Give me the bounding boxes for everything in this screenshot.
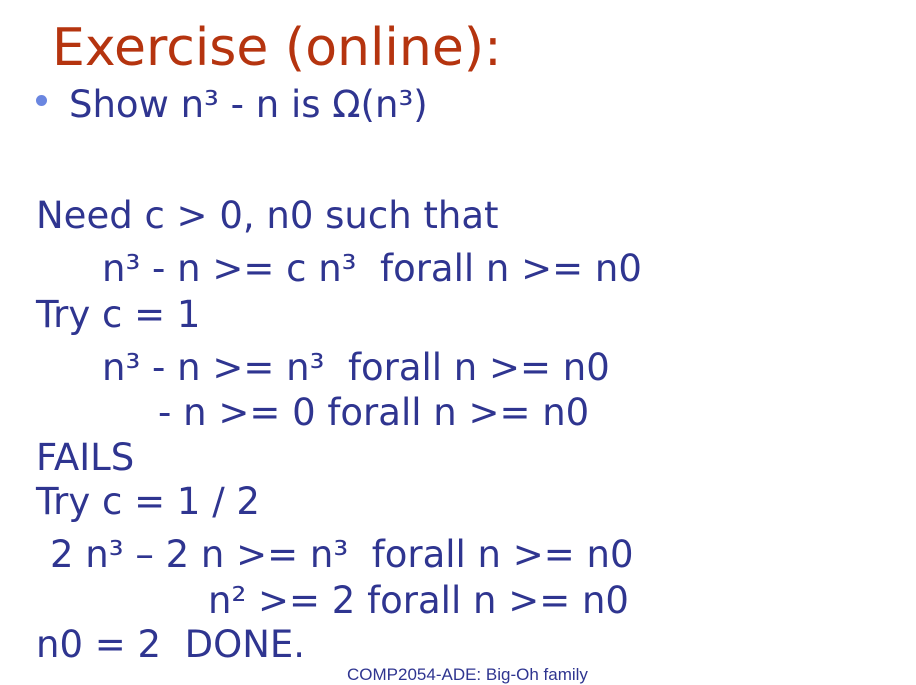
proof-line-fails: FAILS [36, 436, 135, 479]
proof-line-need: Need c > 0, n0 such that [36, 194, 499, 237]
slide-title: Exercise (online): [52, 18, 502, 78]
proof-line-try-c-half: Try c = 1 / 2 [36, 480, 260, 523]
bullet-text: Show n³ - n is Ω(n³) [69, 83, 428, 126]
proof-line-try-c1: Try c = 1 [36, 293, 201, 336]
slide-footer: COMP2054-ADE: Big-Oh family [347, 665, 588, 684]
proof-line-c1-inequality: n³ - n >= n³ forall n >= n0 [102, 346, 610, 389]
proof-line-done: n0 = 2 DONE. [36, 623, 306, 666]
bullet-icon [36, 95, 47, 106]
proof-line-inequality: n³ - n >= c n³ forall n >= n0 [102, 247, 642, 290]
proof-line-c1-simplified: - n >= 0 forall n >= n0 [158, 391, 590, 434]
bullet-item: Show n³ - n is Ω(n³) [36, 86, 428, 123]
proof-line-c-half-inequality: 2 n³ – 2 n >= n³ forall n >= n0 [50, 533, 634, 576]
proof-line-c-half-simplified: n² >= 2 forall n >= n0 [208, 579, 629, 622]
